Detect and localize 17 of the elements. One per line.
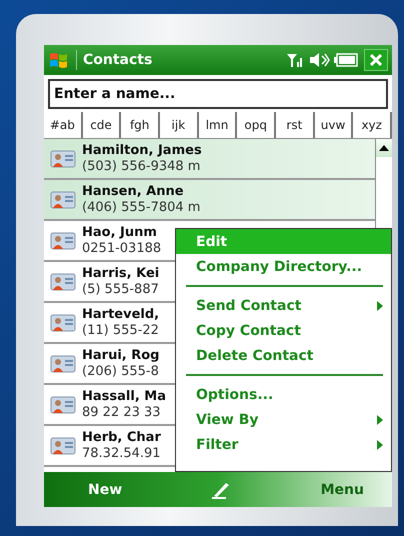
contact-phone: 0251-03188 <box>82 240 162 256</box>
contact-name: Herb, Char <box>82 430 161 446</box>
contact-name: Hassall, Ma <box>82 388 166 404</box>
contact-name: Hao, Junm <box>82 224 158 240</box>
contact-phone: (406) 555-7804 m <box>82 200 200 216</box>
contact-phone: 78.32.54.91 <box>82 446 161 462</box>
contact-name: Hamilton, James <box>82 142 202 158</box>
contact-phone: (503) 556-9348 m <box>82 158 202 174</box>
contact-phone: (5) 555-887 <box>82 282 160 298</box>
contact-name: Harui, Rog <box>82 348 160 364</box>
contact-phone: (206) 555-8 <box>82 364 160 380</box>
contact-name: Hansen, Anne <box>82 184 185 200</box>
contact-name: Harteveld, <box>82 306 160 322</box>
window-title: Contacts <box>83 52 152 68</box>
contact-name: Harris, Kei <box>82 266 160 282</box>
contact-phone: 89 22 23 33 <box>82 404 162 420</box>
contact-phone: (11) 555-22 <box>82 322 160 338</box>
